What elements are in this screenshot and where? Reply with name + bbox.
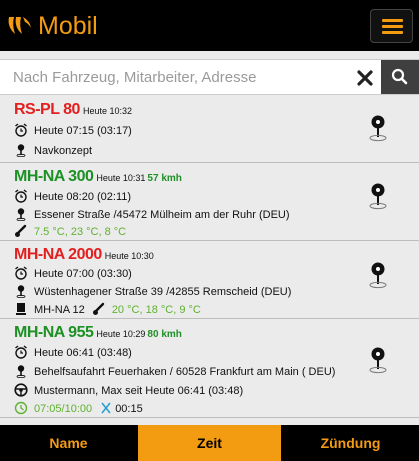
- vehicle-plate: MH-NA 300: [14, 168, 94, 185]
- vehicle-list[interactable]: RS-PL 80 Heute 10:32 Heute 07:15 (03:17) …: [0, 97, 419, 425]
- app-title: Mobil: [38, 12, 98, 40]
- vehicle-card[interactable]: MH-NA 300 Heute 10:31 57 kmh Heute 08:20 (…: [0, 164, 419, 241]
- start-time: Heute 08:20 (02:11): [34, 191, 132, 203]
- vehicle-speed: 57 kmh: [147, 173, 182, 184]
- start-time-row: Heute 06:41 (03:48): [14, 345, 132, 360]
- address-row: Navkonzept: [14, 143, 92, 158]
- last-update-time: Heute 10:32: [82, 106, 132, 116]
- last-update-time: Heute 10:29: [96, 329, 146, 339]
- steering-wheel-icon: [14, 383, 28, 397]
- start-time: Heute 06:41 (03:48): [34, 347, 132, 359]
- locate-on-map-icon[interactable]: [366, 260, 390, 290]
- driver-row: Mustermann, Max seit Heute 06:41 (03:48): [14, 383, 243, 398]
- work-time: 07:05/10:00: [34, 403, 93, 415]
- trailer-row: MH-NA 12 20 °C, 18 °C, 9 °C: [14, 302, 201, 317]
- vehicle-header: RS-PL 80 Heute 10:32: [14, 101, 132, 119]
- close-icon: [357, 70, 373, 86]
- temperature-2: 23 °C: [70, 226, 99, 238]
- alarm-clock-icon: [15, 345, 27, 359]
- vehicle-header: MH-NA 955 Heute 10:29 80 kmh: [14, 324, 182, 342]
- hamburger-icon-bar: [382, 31, 403, 34]
- vehicle-plate: MH-NA 2000: [14, 246, 102, 263]
- pause-time: 00:15: [115, 403, 143, 415]
- vehicle-address: Wüstenhagener Straße 39 /42855 Remscheid…: [34, 286, 292, 298]
- vehicle-plate: RS-PL 80: [14, 101, 80, 118]
- temperature-1: 7.5 °C: [34, 226, 65, 238]
- logo-icon: [8, 17, 31, 34]
- temperature-row: 7.5 °C, 23 °C, 8 °C: [14, 224, 126, 239]
- temperature-3: 8 °C: [104, 226, 127, 238]
- map-pin-icon: [16, 208, 26, 221]
- map-pin-icon: [16, 365, 26, 378]
- address-row: Behelfsaufahrt Feuerhaken / 60528 Frankf…: [14, 364, 335, 379]
- search-button[interactable]: [381, 60, 419, 94]
- hamburger-icon-bar: [382, 19, 403, 22]
- vehicle-card[interactable]: RS-PL 80 Heute 10:32 Heute 07:15 (03:17) …: [0, 97, 419, 163]
- alarm-clock-icon: [15, 123, 27, 137]
- alarm-clock-icon: [15, 189, 27, 203]
- trailer-icon: [16, 303, 26, 315]
- last-update-time: Heute 10:31: [96, 173, 146, 183]
- trailer-plate: MH-NA 12: [34, 304, 85, 316]
- locate-on-map-icon[interactable]: [366, 345, 390, 375]
- work-time-row: 07:05/10:00 00:15: [14, 401, 143, 416]
- hamburger-icon-bar: [382, 25, 403, 28]
- thermometer-icon: [15, 224, 27, 237]
- vehicle-header: MH-NA 300 Heute 10:31 57 kmh: [14, 168, 182, 186]
- temperature-3: 9 °C: [179, 304, 201, 316]
- alarm-clock-icon: [15, 266, 27, 280]
- search-bar: [0, 59, 419, 95]
- start-time-row: Heute 07:00 (03:30): [14, 266, 132, 281]
- app-header: Mobil: [0, 0, 419, 51]
- start-time: Heute 07:15 (03:17): [34, 125, 132, 137]
- start-time-row: Heute 07:15 (03:17): [14, 123, 132, 138]
- vehicle-plate: MH-NA 955: [14, 324, 94, 341]
- vehicle-address: Navkonzept: [34, 145, 93, 157]
- last-update-time: Heute 10:30: [104, 251, 154, 261]
- work-time-icon: [14, 401, 28, 415]
- thermometer-icon: [92, 302, 105, 315]
- locate-on-map-icon[interactable]: [366, 113, 390, 143]
- address-row: Wüstenhagener Straße 39 /42855 Remscheid…: [14, 284, 291, 299]
- driver-info: Mustermann, Max seit Heute 06:41 (03:48): [34, 385, 244, 397]
- vehicle-card[interactable]: MH-NA 2000 Heute 10:30 Heute 07:00 (03:30…: [0, 242, 419, 319]
- vehicle-address: Essener Straße /45472 Mülheim am der Ruh…: [34, 209, 290, 221]
- tab-name[interactable]: Name: [0, 425, 137, 461]
- start-time-row: Heute 08:20 (02:11): [14, 189, 131, 204]
- tab-zeit[interactable]: Zeit: [138, 425, 281, 461]
- tab-zuendung[interactable]: Zündung: [282, 425, 419, 461]
- address-row: Essener Straße /45472 Mülheim am der Ruh…: [14, 207, 290, 222]
- clear-search-button[interactable]: [352, 64, 378, 92]
- vehicle-address: Behelfsaufahrt Feuerhaken / 60528 Frankf…: [34, 366, 336, 378]
- temperature-2: 18 °C: [145, 304, 174, 316]
- menu-button[interactable]: [370, 9, 413, 43]
- vehicle-speed: 80 kmh: [147, 329, 182, 340]
- locate-on-map-icon[interactable]: [366, 181, 390, 211]
- temperature-1: 20 °C: [111, 304, 140, 316]
- search-input[interactable]: [2, 62, 342, 92]
- sort-tab-bar: Name Zeit Zündung: [0, 425, 419, 461]
- search-icon: [391, 68, 408, 85]
- vehicle-header: MH-NA 2000 Heute 10:30: [14, 246, 154, 264]
- start-time: Heute 07:00 (03:30): [34, 268, 132, 280]
- map-pin-icon: [16, 285, 26, 298]
- vehicle-card[interactable]: MH-NA 955 Heute 10:29 80 kmh Heute 06:41 (…: [0, 320, 419, 418]
- pause-icon: [101, 402, 111, 414]
- map-pin-icon: [16, 144, 26, 157]
